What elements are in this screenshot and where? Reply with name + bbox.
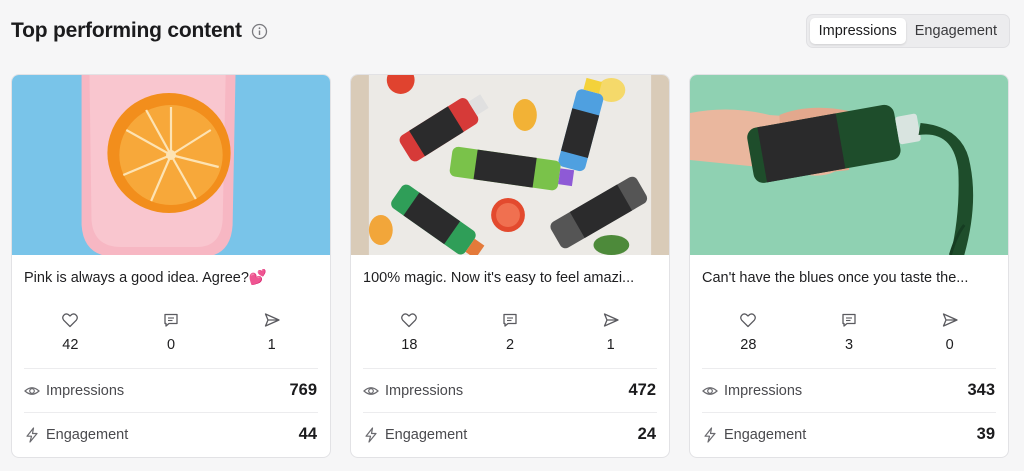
engagement-label: Engagement [46, 426, 129, 443]
content-card[interactable]: Pink is always a good idea. Agree?💕 42 0… [11, 74, 331, 458]
engagement-label-wrap: Engagement [702, 427, 806, 443]
shares-stat: 0 [915, 311, 985, 353]
likes-stat: 28 [713, 311, 783, 353]
impressions-label-wrap: Impressions [702, 383, 802, 399]
toggle-impressions-button[interactable]: Impressions [809, 18, 906, 44]
comments-stat: 0 [136, 311, 206, 353]
impressions-value: 769 [289, 381, 317, 399]
lightning-icon [704, 426, 716, 443]
post-caption: Can't have the blues once you taste the.… [702, 270, 969, 286]
comments-count: 0 [166, 337, 176, 353]
eye-icon [702, 386, 718, 395]
impressions-row: Impressions 769 [24, 368, 318, 412]
comments-stat: 2 [475, 311, 545, 353]
metric-toggle: Impressions Engagement [805, 14, 1010, 48]
likes-stat: 42 [35, 311, 105, 353]
likes-count: 18 [401, 337, 418, 353]
impressions-row: Impressions 472 [363, 368, 657, 412]
comments-stat: 3 [814, 311, 884, 353]
engagement-label-wrap: Engagement [363, 427, 467, 443]
engagement-value: 39 [976, 425, 995, 443]
engagement-row: Engagement 44 [24, 412, 318, 456]
content-card[interactable]: Can't have the blues once you taste the.… [689, 74, 1009, 458]
comment-icon [164, 313, 178, 327]
impressions-row: Impressions 343 [702, 368, 996, 412]
comments-count: 3 [844, 337, 854, 353]
impressions-label-wrap: Impressions [363, 383, 463, 399]
shares-count: 1 [267, 337, 276, 353]
post-image[interactable] [12, 75, 330, 255]
heart-icon [62, 313, 79, 328]
toggle-engagement-button[interactable]: Engagement [906, 18, 1006, 44]
lightning-icon [365, 426, 377, 443]
page-title: Top performing content [11, 19, 242, 42]
lightning-icon [26, 426, 38, 443]
comment-icon [503, 313, 517, 327]
impressions-label: Impressions [46, 382, 125, 399]
impressions-value: 472 [628, 381, 656, 399]
send-icon [264, 313, 280, 327]
heart-icon [401, 313, 418, 328]
post-caption: 100% magic. Now it's easy to feel amazi.… [363, 270, 635, 286]
comments-count: 2 [505, 337, 515, 353]
post-stats: 18 2 1 [351, 311, 669, 353]
post-stats: 28 3 0 [690, 311, 1008, 353]
engagement-label: Engagement [724, 426, 807, 443]
send-icon [603, 313, 619, 327]
title-wrap: Top performing content [11, 19, 268, 43]
shares-count: 1 [606, 337, 615, 353]
engagement-label-wrap: Engagement [24, 427, 128, 443]
heart-icon [740, 313, 757, 328]
post-caption: Pink is always a good idea. Agree?💕 [24, 270, 267, 286]
likes-count: 42 [62, 337, 79, 353]
shares-stat: 1 [237, 311, 307, 353]
impressions-label: Impressions [724, 382, 803, 399]
shares-stat: 1 [576, 311, 646, 353]
send-icon [942, 313, 958, 327]
info-circle-icon[interactable] [251, 23, 268, 40]
header: Top performing content Impressions Engag… [11, 14, 1010, 48]
impressions-label-wrap: Impressions [24, 383, 124, 399]
engagement-label: Engagement [385, 426, 468, 443]
eye-icon [24, 386, 40, 395]
engagement-row: Engagement 39 [702, 412, 996, 456]
eye-icon [363, 386, 379, 395]
post-image[interactable] [351, 75, 669, 255]
post-stats: 42 0 1 [12, 311, 330, 353]
post-image[interactable] [690, 75, 1008, 255]
impressions-value: 343 [967, 381, 995, 399]
engagement-row: Engagement 24 [363, 412, 657, 456]
shares-count: 0 [945, 337, 954, 353]
comment-icon [842, 313, 856, 327]
engagement-value: 44 [298, 425, 317, 443]
likes-count: 28 [740, 337, 757, 353]
likes-stat: 18 [374, 311, 444, 353]
content-card[interactable]: 100% magic. Now it's easy to feel amazi.… [350, 74, 670, 458]
cards-row: Pink is always a good idea. Agree?💕 42 0… [11, 74, 1009, 458]
impressions-label: Impressions [385, 382, 464, 399]
engagement-value: 24 [637, 425, 656, 443]
